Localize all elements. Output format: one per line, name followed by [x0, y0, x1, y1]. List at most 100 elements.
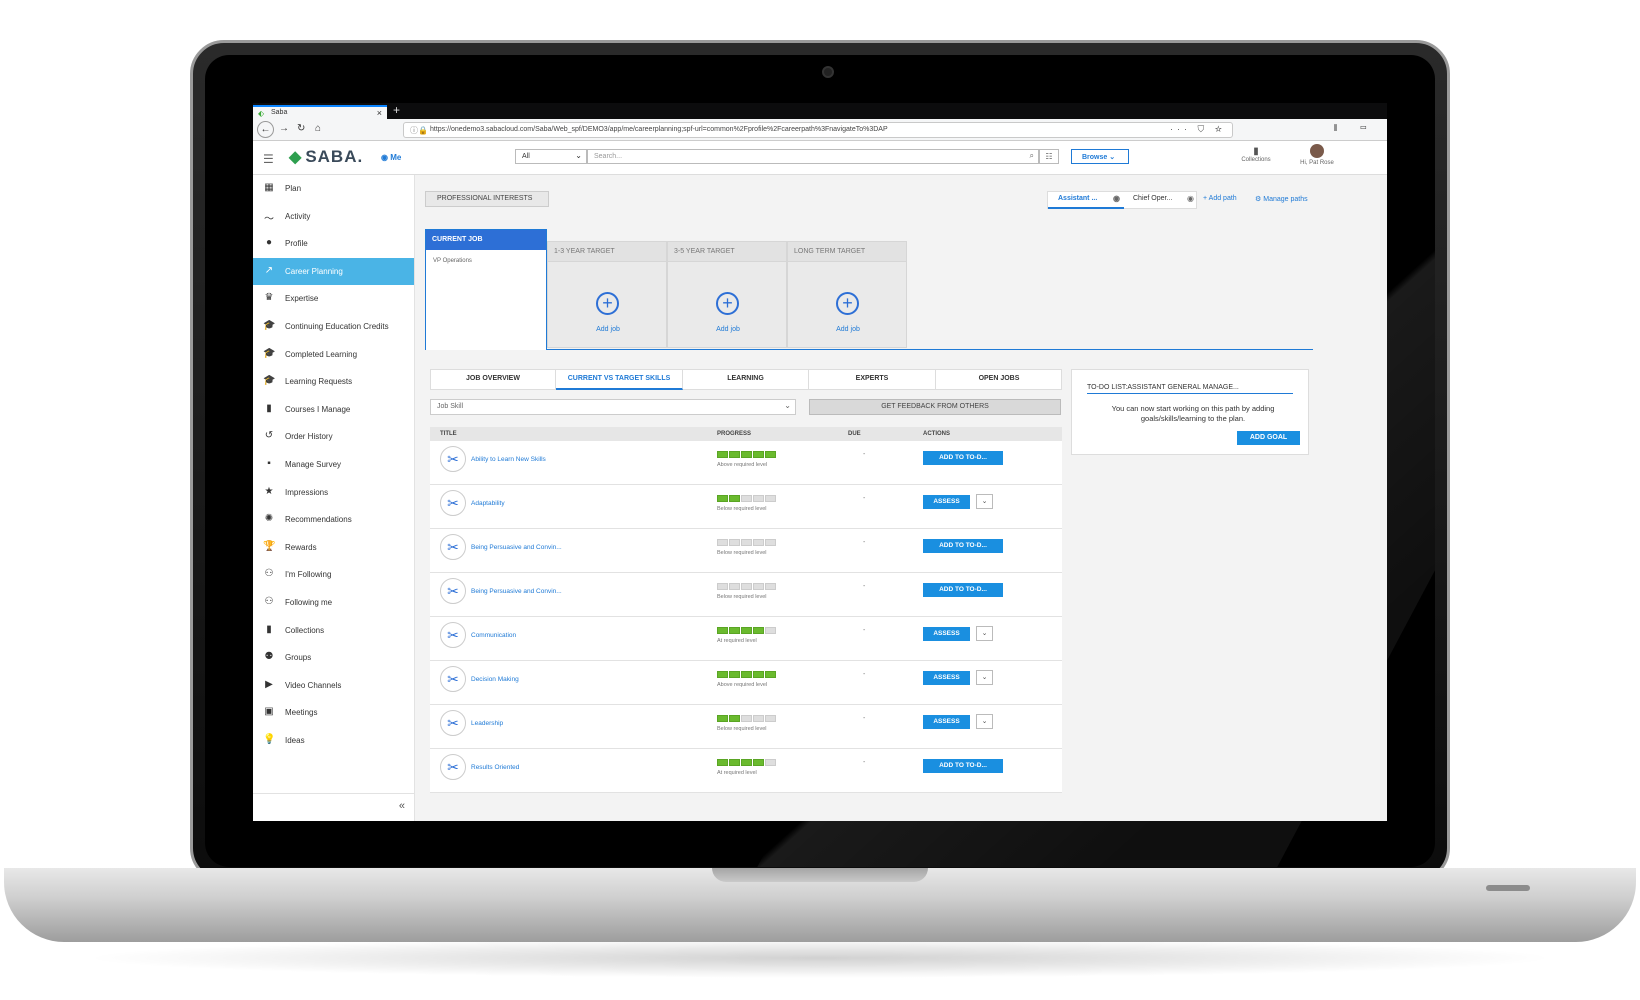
back-icon[interactable]: ← [257, 121, 274, 138]
saba-logo-mark-icon: ◆ [289, 149, 303, 166]
current-job-title: VP Operations [433, 258, 472, 264]
current-job-card[interactable]: CURRENT JOB VP Operations [425, 229, 547, 350]
sidebar-item-courses-i-manage[interactable]: ▮ Courses I Manage [253, 396, 414, 424]
sidebar-item-video-channels[interactable]: ▶ Video Channels [253, 672, 414, 700]
search-scope-select[interactable]: All ⌄ [515, 149, 587, 164]
progress-status: Below required level [717, 550, 767, 556]
skill-title-link[interactable]: Communication [471, 632, 516, 639]
assess-button[interactable]: ASSESS [923, 627, 970, 641]
saba-logo[interactable]: ◆ SABA. [289, 147, 363, 167]
eye-icon[interactable]: ◉ [1187, 194, 1194, 203]
url-bar[interactable]: ⓘ🔒 https://onedemo3.sabacloud.com/Saba/W… [403, 122, 1233, 138]
sidebar-item-i-m-following[interactable]: ⚇ I'm Following [253, 561, 414, 589]
add-circle-icon[interactable]: + [836, 292, 859, 315]
get-feedback-button[interactable]: GET FEEDBACK FROM OTHERS [809, 399, 1061, 415]
sidebar-item-collections[interactable]: ▮ Collections [253, 617, 414, 645]
progress-bar [717, 539, 777, 547]
path-tab-chief-operations[interactable]: Chief Oper... ◉ [1125, 192, 1198, 209]
sidebar-item-plan[interactable]: ▦ Plan [253, 175, 414, 203]
skill-filter-select[interactable]: Job Skill ⌄ [430, 399, 796, 415]
skill-title-link[interactable]: Adaptability [471, 500, 505, 507]
add-to-todo-button[interactable]: ADD TO TO-D... [923, 759, 1003, 773]
search-input[interactable]: Search... ⌕ [587, 149, 1039, 164]
home-icon[interactable]: ⌂ [315, 123, 321, 134]
collapse-icon[interactable]: « [399, 800, 405, 812]
sidebar-item-profile[interactable]: ● Profile [253, 230, 414, 258]
path-tab-assistant[interactable]: Assistant ... ◉ [1048, 192, 1124, 209]
library-sidebar-icon[interactable]: ⫴ ▭ [1334, 123, 1377, 134]
tab-current-vs-target-skills[interactable]: CURRENT VS TARGET SKILLS [556, 370, 683, 390]
target-header: 1-3 YEAR TARGET [548, 242, 666, 262]
add-circle-icon[interactable]: + [716, 292, 739, 315]
add-goal-button[interactable]: ADD GOAL [1237, 431, 1300, 445]
assess-button[interactable]: ASSESS [923, 671, 970, 685]
skill-title-link[interactable]: Leadership [471, 720, 503, 727]
chevron-down-icon[interactable]: ⌄ [976, 670, 993, 685]
reload-icon[interactable]: ↻ [297, 123, 305, 134]
skill-title-link[interactable]: Ability to Learn New Skills [471, 456, 546, 463]
skill-title-link[interactable]: Being Persuasive and Convin... [471, 544, 562, 551]
sidebar-item-following-me[interactable]: ⚇ Following me [253, 589, 414, 617]
search-icon[interactable]: ⌕ [1030, 151, 1034, 161]
sidebar-item-order-history[interactable]: ↺ Order History [253, 423, 414, 451]
add-path-link[interactable]: + Add path [1203, 195, 1237, 202]
tab-open-jobs[interactable]: OPEN JOBS [936, 370, 1062, 390]
eye-icon[interactable]: ◉ [1113, 194, 1120, 203]
close-tab-icon[interactable]: × [377, 108, 382, 118]
add-circle-icon[interactable]: + [596, 292, 619, 315]
tab-experts[interactable]: EXPERTS [809, 370, 936, 390]
add-job-link[interactable]: Add job [548, 326, 668, 333]
sidebar-item-rewards[interactable]: 🏆 Rewards [253, 534, 414, 562]
sidebar-item-activity[interactable]: 〜 Activity [253, 203, 414, 231]
add-to-todo-button[interactable]: ADD TO TO-D... [923, 539, 1003, 553]
browse-button[interactable]: Browse ⌄ [1071, 149, 1129, 164]
me-link[interactable]: ◉ Me [381, 153, 401, 162]
sidebar-item-learning-requests[interactable]: 🎓 Learning Requests [253, 368, 414, 396]
add-to-todo-button[interactable]: ADD TO TO-D... [923, 451, 1003, 465]
professional-interests-button[interactable]: PROFESSIONAL INTERESTS [425, 191, 549, 207]
new-tab-icon[interactable]: + [393, 103, 400, 117]
sidebar-item-ideas[interactable]: 💡 Ideas [253, 727, 414, 755]
sidebar-item-continuing-education-credits[interactable]: 🎓 Continuing Education Credits [253, 313, 414, 341]
add-job-link[interactable]: Add job [668, 326, 788, 333]
sidebar-item-recommendations[interactable]: ✺ Recommendations [253, 506, 414, 534]
progress-bar [717, 671, 777, 679]
sidebar-item-manage-survey[interactable]: ▪ Manage Survey [253, 451, 414, 479]
user-menu[interactable]: Hi, Pat Rose [1293, 144, 1341, 166]
tab-learning[interactable]: LEARNING [683, 370, 809, 390]
star-icon: ★ [264, 485, 274, 497]
collections-button[interactable]: ▮ Collections [1236, 146, 1276, 163]
manage-paths-link[interactable]: ⚙ Manage paths [1255, 195, 1308, 203]
sidebar-item-label: Continuing Education Credits [285, 321, 389, 331]
todo-list-message: You can now start working on this path b… [1111, 404, 1275, 423]
assess-button[interactable]: ASSESS [923, 495, 970, 509]
menu-icon[interactable]: ☰ [263, 152, 274, 166]
url-actions-icon[interactable]: ··· ⛉ ☆ [1170, 124, 1226, 135]
browser-tab[interactable]: ⬖ Saba × [253, 105, 387, 119]
skill-title-link[interactable]: Being Persuasive and Convin... [471, 588, 562, 595]
chevron-down-icon[interactable]: ⌄ [976, 714, 993, 729]
assess-button[interactable]: ASSESS [923, 715, 970, 729]
followers-icon: ⚇ [264, 595, 274, 607]
todo-list-title: TO-DO LIST:ASSISTANT GENERAL MANAGE... [1087, 384, 1293, 394]
sidebar-item-career-planning[interactable]: ↗ Career Planning [253, 257, 414, 286]
learning-requests-icon: 🎓 [263, 375, 276, 387]
url-text: https://onedemo3.sabacloud.com/Saba/Web_… [430, 126, 888, 133]
sidebar-collapse[interactable]: « [253, 793, 415, 821]
book-icon: ▮ [266, 402, 272, 414]
sidebar-item-meetings[interactable]: ▣ Meetings [253, 699, 414, 727]
add-to-todo-button[interactable]: ADD TO TO-D... [923, 583, 1003, 597]
sidebar-item-completed-learning[interactable]: 🎓 Completed Learning [253, 341, 414, 369]
chevron-down-icon[interactable]: ⌄ [976, 626, 993, 641]
add-job-link[interactable]: Add job [788, 326, 908, 333]
forward-icon[interactable]: → [279, 123, 289, 134]
sidebar-item-groups[interactable]: ⚉ Groups [253, 644, 414, 672]
skill-title-link[interactable]: Decision Making [471, 676, 519, 683]
skill-title-link[interactable]: Results Oriented [471, 764, 519, 771]
sidebar-item-label: Recommendations [285, 515, 352, 525]
sidebar-item-impressions[interactable]: ★ Impressions [253, 479, 414, 507]
sidebar-item-expertise[interactable]: ♛ Expertise [253, 285, 414, 313]
chevron-down-icon[interactable]: ⌄ [976, 494, 993, 509]
tab-job-overview[interactable]: JOB OVERVIEW [431, 370, 556, 390]
filter-icon[interactable]: ☷ [1039, 149, 1059, 164]
